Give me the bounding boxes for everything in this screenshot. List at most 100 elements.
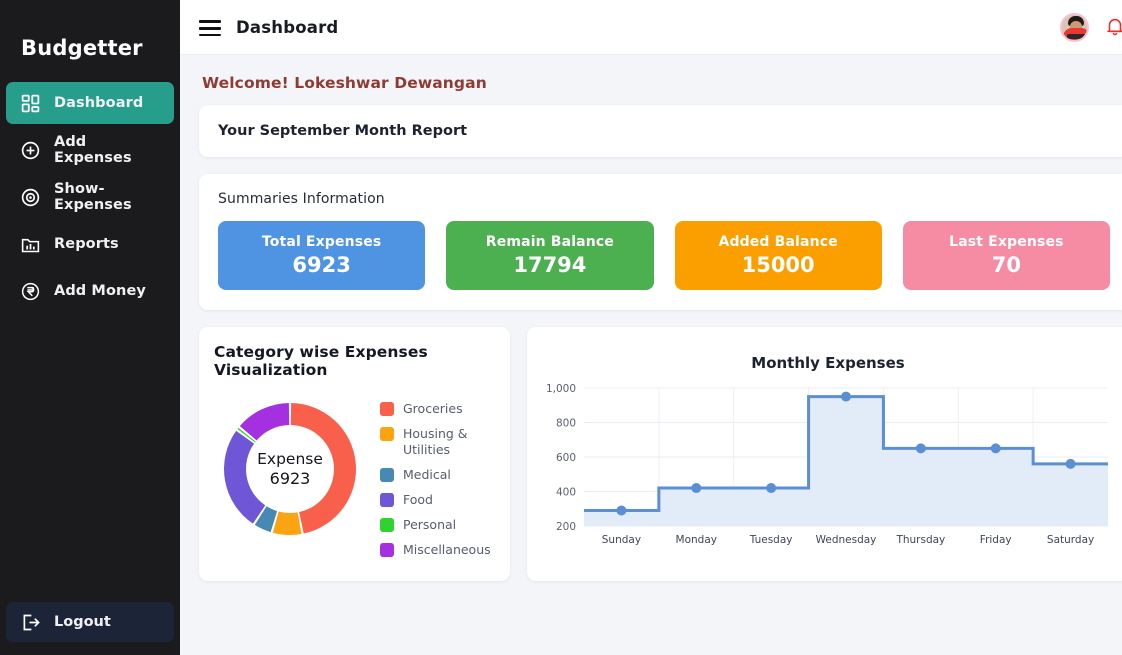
sidebar: Budgetter Dashboard xyxy=(0,0,180,655)
data-point-marker[interactable] xyxy=(766,483,776,493)
avatar[interactable] xyxy=(1060,13,1089,42)
data-point-marker[interactable] xyxy=(841,392,851,402)
x-axis-tick-label: Saturday xyxy=(1047,534,1094,546)
y-axis-tick-label: 800 xyxy=(556,418,576,430)
legend-item[interactable]: Groceries xyxy=(380,401,489,417)
summary-tile-value: 70 xyxy=(992,253,1021,277)
donut-chart[interactable]: Expense 6923 xyxy=(214,393,366,549)
page-title: Dashboard xyxy=(236,18,338,37)
donut-chart-body: Expense 6923 Groceries Housing & Utilitie… xyxy=(214,393,494,558)
dashboard-content: Welcome! Lokeshwar Dewangan Your Septemb… xyxy=(180,55,1122,655)
welcome-message: Welcome! Lokeshwar Dewangan xyxy=(199,72,1122,105)
summary-tile[interactable]: Total Expenses 6923 xyxy=(218,221,425,290)
legend-item[interactable]: Miscellaneous xyxy=(380,542,489,558)
sidebar-item-add-expenses[interactable]: Add Expenses xyxy=(6,129,174,171)
donut-slice[interactable] xyxy=(291,403,356,534)
line-chart-title: Monthly Expenses xyxy=(542,341,1114,372)
hamburger-icon[interactable] xyxy=(199,16,221,38)
logout-icon xyxy=(20,612,41,633)
summary-tile-value: 6923 xyxy=(292,253,350,277)
legend-swatch xyxy=(380,493,394,507)
y-axis-tick-label: 600 xyxy=(556,452,576,464)
data-point-marker[interactable] xyxy=(916,443,926,453)
monthly-expenses-card: Monthly Expenses 200 400 600 800 1,000 Sunday… xyxy=(527,327,1122,581)
monthly-expenses-plot[interactable]: 200 400 600 800 1,000 Sunday Monday Tuesday Wedn… xyxy=(542,372,1114,568)
sidebar-item-add-money[interactable]: Add Money xyxy=(6,270,174,312)
sidebar-item-label: Add Expenses xyxy=(54,134,160,166)
logout-label: Logout xyxy=(54,614,111,630)
topbar-actions xyxy=(1060,13,1122,42)
data-point-marker[interactable] xyxy=(1066,459,1076,469)
avatar-detail xyxy=(1067,34,1086,39)
data-point-marker[interactable] xyxy=(991,443,1001,453)
month-report-card: Your September Month Report xyxy=(199,105,1122,157)
summary-tiles: Total Expenses 6923 Remain Balance 17794 Add… xyxy=(218,221,1110,290)
donut-slice[interactable] xyxy=(273,511,302,535)
summary-tile-label: Remain Balance xyxy=(486,234,614,250)
grid-icon xyxy=(20,93,41,114)
sidebar-item-label: Add Money xyxy=(54,283,146,299)
sidebar-item-reports[interactable]: Reports xyxy=(6,223,174,265)
y-axis-tick-label: 200 xyxy=(556,521,576,533)
summary-tile-value: 15000 xyxy=(742,253,815,277)
data-point-marker[interactable] xyxy=(616,505,626,515)
x-axis-tick-label: Thursday xyxy=(895,534,945,546)
sidebar-nav: Dashboard Add Expenses xyxy=(0,82,180,312)
brand-logo: Budgetter xyxy=(0,0,180,82)
summary-tile[interactable]: Remain Balance 17794 xyxy=(446,221,653,290)
sidebar-item-label: Dashboard xyxy=(54,95,143,111)
legend-label: Personal xyxy=(403,517,456,533)
legend-item[interactable]: Food xyxy=(380,492,489,508)
sidebar-item-show-expenses[interactable]: Show-Expenses xyxy=(6,176,174,218)
donut-chart-title: Category wise Expenses Visualization xyxy=(214,343,494,379)
logout-button[interactable]: Logout xyxy=(6,602,174,642)
y-axis-tick-label: 400 xyxy=(556,487,576,499)
x-axis-tick-label: Friday xyxy=(980,534,1012,546)
month-report-text: Your September Month Report xyxy=(218,123,1110,139)
summary-tile-label: Total Expenses xyxy=(262,234,381,250)
donut-slice[interactable] xyxy=(240,403,289,440)
legend-swatch xyxy=(380,427,394,441)
report-folder-icon xyxy=(20,234,41,255)
y-axis-tick-label: 1,000 xyxy=(546,383,576,395)
donut-legend: Groceries Housing & Utilities Medical Food P… xyxy=(380,393,489,558)
sidebar-item-label: Show-Expenses xyxy=(54,181,160,213)
legend-swatch xyxy=(380,468,394,482)
summary-tile-value: 17794 xyxy=(513,253,586,277)
x-axis-tick-label: Monday xyxy=(676,534,717,546)
data-point-marker[interactable] xyxy=(691,483,701,493)
legend-label: Miscellaneous xyxy=(403,542,489,558)
summary-tile-label: Added Balance xyxy=(718,234,837,250)
legend-item[interactable]: Personal xyxy=(380,517,489,533)
legend-label: Groceries xyxy=(403,401,463,417)
sidebar-item-dashboard[interactable]: Dashboard xyxy=(6,82,174,124)
category-expenses-card: Category wise Expenses Visualization Exp… xyxy=(199,327,510,581)
area-fill xyxy=(584,397,1108,526)
rupee-circle-icon xyxy=(20,281,41,302)
summaries-card: Summaries Information Total Expenses 6923… xyxy=(199,174,1122,310)
plus-circle-icon xyxy=(20,140,41,161)
topbar: Dashboard xyxy=(180,0,1122,55)
legend-swatch xyxy=(380,518,394,532)
app-root: Budgetter Dashboard xyxy=(0,0,1122,655)
main-area: Dashboard Welcome! Lokeshwa xyxy=(180,0,1122,655)
charts-row: Category wise Expenses Visualization Exp… xyxy=(199,327,1122,581)
legend-swatch xyxy=(380,402,394,416)
x-axis-tick-label: Wednesday xyxy=(816,534,877,546)
summaries-title: Summaries Information xyxy=(218,191,1110,207)
sidebar-item-label: Reports xyxy=(54,236,119,252)
legend-label: Food xyxy=(403,492,433,508)
x-axis-tick-label: Tuesday xyxy=(749,534,793,546)
legend-swatch xyxy=(380,543,394,557)
legend-label: Housing & Utilities xyxy=(403,426,489,458)
legend-label: Medical xyxy=(403,467,451,483)
legend-item[interactable]: Housing & Utilities xyxy=(380,426,489,458)
x-axis-tick-label: Sunday xyxy=(602,534,641,546)
donut-slice[interactable] xyxy=(224,431,265,524)
summary-tile[interactable]: Last Expenses70 xyxy=(903,221,1110,290)
eye-icon xyxy=(20,187,41,208)
bell-icon[interactable] xyxy=(1104,15,1122,39)
legend-item[interactable]: Medical xyxy=(380,467,489,483)
logout-container: Logout xyxy=(6,602,174,642)
summary-tile[interactable]: Added Balance 15000 xyxy=(675,221,882,290)
